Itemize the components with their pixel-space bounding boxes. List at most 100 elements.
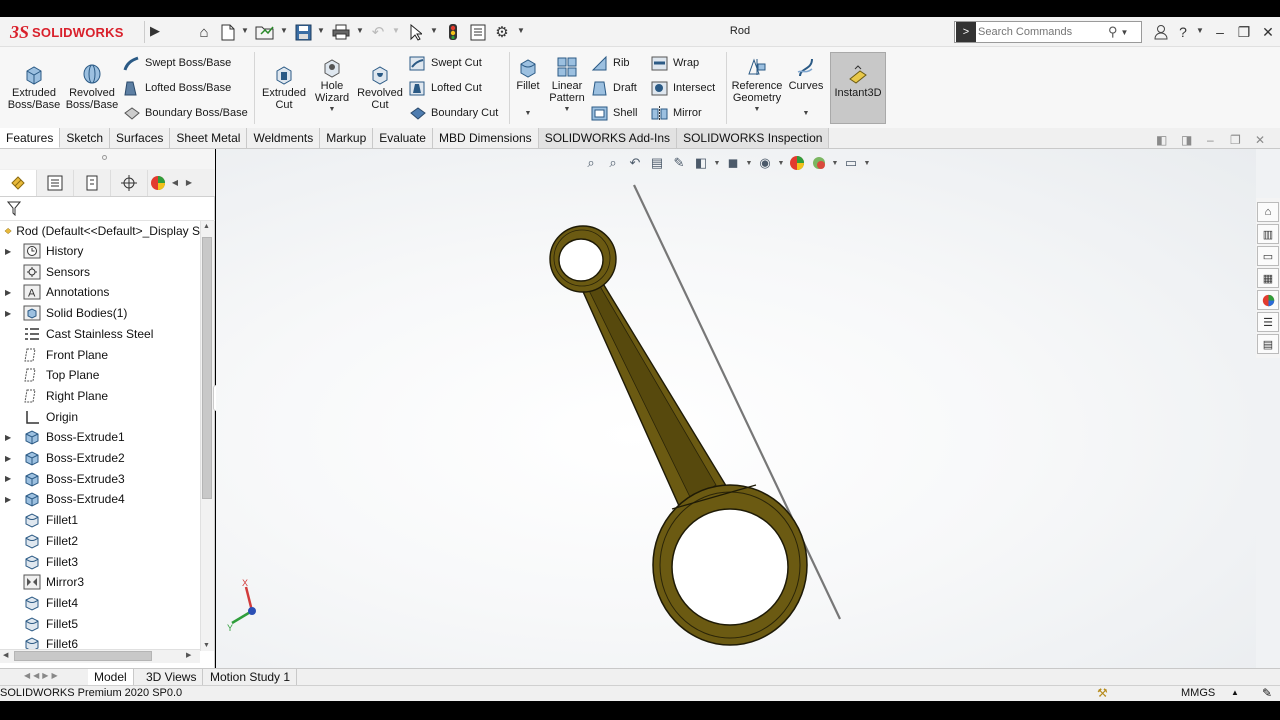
undo-dropdown-icon[interactable]: ▼ [392,26,400,35]
draft-button[interactable]: Draft [591,78,637,98]
filter-funnel-icon[interactable] [7,201,21,216]
viewport-restore-icon[interactable]: ❐ [1230,133,1241,151]
tab-solidworks-add-ins[interactable]: SOLIDWORKS Add-Ins [538,128,678,148]
mirror-button[interactable]: Mirror [651,103,702,123]
tree-item-fillet3[interactable]: Fillet3 [0,552,200,572]
configuration-manager-tab-icon[interactable] [74,169,111,196]
help-dropdown-icon[interactable]: ▼ [1196,26,1204,35]
hide-show-items-icon[interactable]: ◉ [754,153,776,173]
extruded-cut-button[interactable]: Extruded Cut [260,63,308,111]
tree-item-annotations[interactable]: ▶ A Annotations [0,282,200,302]
close-window-icon[interactable]: ✕ [1257,21,1279,43]
previous-view-icon[interactable]: ↶ [624,153,646,173]
view-settings-dropdown-icon[interactable]: ▼ [862,160,872,167]
undo-icon[interactable]: ↶ [368,21,388,43]
search-dropdown-icon[interactable]: ▼ [1121,28,1129,37]
panel-scroll-left-icon[interactable]: ◀ [168,178,182,187]
tree-item-fillet6[interactable]: Fillet6 [0,634,200,649]
tree-expand-icon[interactable]: ▶ [5,247,15,256]
tree-item-boss-extrude2[interactable]: ▶ Boss-Extrude2 [0,448,200,468]
tree-item-mirror3[interactable]: Mirror3 [0,572,200,592]
tree-vertical-scroll-thumb[interactable] [202,237,212,499]
revolved-cut-button[interactable]: Revolved Cut [356,63,404,111]
solidworks-resources-icon[interactable]: ⌂ [1257,202,1279,222]
shell-button[interactable]: Shell [591,103,637,123]
tree-item-top-plane[interactable]: Top Plane [0,365,200,385]
lofted-cut-button[interactable]: Lofted Cut [409,78,482,98]
connecting-rod-model[interactable] [216,149,1256,669]
new-document-icon[interactable] [218,21,238,43]
search-terminal-icon[interactable]: > [956,22,976,42]
tree-item-history[interactable]: ▶ History [0,241,200,261]
apply-scene-icon[interactable] [808,153,830,173]
tree-item-sensors[interactable]: Sensors [0,262,200,282]
reference-geometry-button[interactable]: Reference Geometry ▼ [730,56,784,116]
user-account-icon[interactable] [1150,21,1172,43]
tree-item-cast-stainless-steel[interactable]: Cast Stainless Steel [0,324,200,344]
search-commands-box[interactable]: > ⚲ ▼ [954,21,1142,43]
tree-expand-icon[interactable]: ▶ [5,474,15,483]
dynamic-annotation-icon[interactable]: ✎ [668,153,690,173]
select-dropdown-icon[interactable]: ▼ [430,26,438,35]
tab-solidworks-inspection[interactable]: SOLIDWORKS Inspection [677,128,830,148]
section-view-icon[interactable]: ▤ [646,153,668,173]
display-style-icon[interactable]: ◼ [722,153,744,173]
tree-item-origin[interactable]: Origin [0,407,200,427]
tree-item-right-plane[interactable]: Right Plane [0,386,200,406]
appearances-icon[interactable] [1257,290,1279,310]
search-icon[interactable]: ⚲ [1108,24,1118,40]
edit-appearance-icon[interactable] [786,153,808,173]
tree-expand-icon[interactable]: ▶ [5,454,15,463]
forum-icon[interactable]: ▤ [1257,334,1279,354]
select-arrow-icon[interactable] [406,21,426,43]
tab-scroll-arrows-icon[interactable]: ◀◀▶▶ [24,671,61,680]
tab-mbd-dimensions[interactable]: MBD Dimensions [433,128,539,148]
view-orientation-dropdown-icon[interactable]: ▼ [712,160,722,167]
lofted-boss-base-button[interactable]: Lofted Boss/Base [123,78,231,98]
view-palette-icon[interactable]: ▦ [1257,268,1279,288]
tab-sketch[interactable]: Sketch [60,128,111,148]
minimize-window-icon[interactable]: – [1209,21,1231,43]
custom-properties-icon[interactable]: ☰ [1257,312,1279,332]
tab-markup[interactable]: Markup [320,128,374,148]
tab-weldments[interactable]: Weldments [247,128,321,148]
panel-grip-icon[interactable] [102,155,107,160]
zoom-to-fit-icon[interactable]: ⌕ [580,153,602,173]
print-dropdown-icon[interactable]: ▼ [356,26,364,35]
tree-item-fillet2[interactable]: Fillet2 [0,531,200,551]
tab-surfaces[interactable]: Surfaces [110,128,171,148]
units-selector[interactable]: MMGS [1181,687,1215,699]
tree-expand-icon[interactable]: ▶ [5,495,15,504]
tree-expand-icon[interactable]: ▶ [5,309,15,318]
linear-pattern-button[interactable]: Linear Pattern ▼ [546,56,588,116]
feature-manager-tab-icon[interactable] [0,169,37,196]
print-icon[interactable] [330,21,352,43]
options-gear-icon[interactable]: ⚙ [491,21,513,43]
save-dropdown-icon[interactable]: ▼ [317,26,325,35]
scroll-left-icon[interactable]: ◀ [3,651,8,659]
apply-scene-dropdown-icon[interactable]: ▼ [830,160,840,167]
scroll-right-icon[interactable]: ▶ [186,651,191,659]
menu-expand-arrow-icon[interactable]: ▶ [150,23,162,41]
tree-item-boss-extrude3[interactable]: ▶ Boss-Extrude3 [0,469,200,489]
fillet-dropdown-icon[interactable]: ▼ [525,108,532,120]
open-folder-icon[interactable] [254,21,276,43]
scroll-up-icon[interactable]: ▲ [203,223,210,230]
linear-pattern-dropdown-icon[interactable]: ▼ [564,104,571,116]
fillet-button[interactable]: Fillet ▼ [513,56,543,120]
zoom-to-area-icon[interactable]: ⌕ [602,153,624,173]
hide-show-dropdown-icon[interactable]: ▼ [776,160,786,167]
viewport-tile-left-icon[interactable]: ◧ [1156,133,1167,151]
rib-button[interactable]: Rib [591,53,630,73]
save-icon[interactable] [292,21,314,43]
file-properties-icon[interactable] [467,21,489,43]
solidworks-logo[interactable]: 3S SOLIDWORKS [10,19,142,45]
intersect-button[interactable]: Intersect [651,78,715,98]
help-icon[interactable]: ? [1172,21,1194,43]
property-manager-tab-icon[interactable] [37,169,74,196]
tree-item-boss-extrude1[interactable]: ▶ Boss-Extrude1 [0,427,200,447]
viewport-tile-right-icon[interactable]: ◨ [1181,133,1192,151]
tree-expand-icon[interactable]: ▶ [5,433,15,442]
display-style-dropdown-icon[interactable]: ▼ [744,160,754,167]
revolved-boss-base-button[interactable]: Revolved Boss/Base [64,63,120,111]
